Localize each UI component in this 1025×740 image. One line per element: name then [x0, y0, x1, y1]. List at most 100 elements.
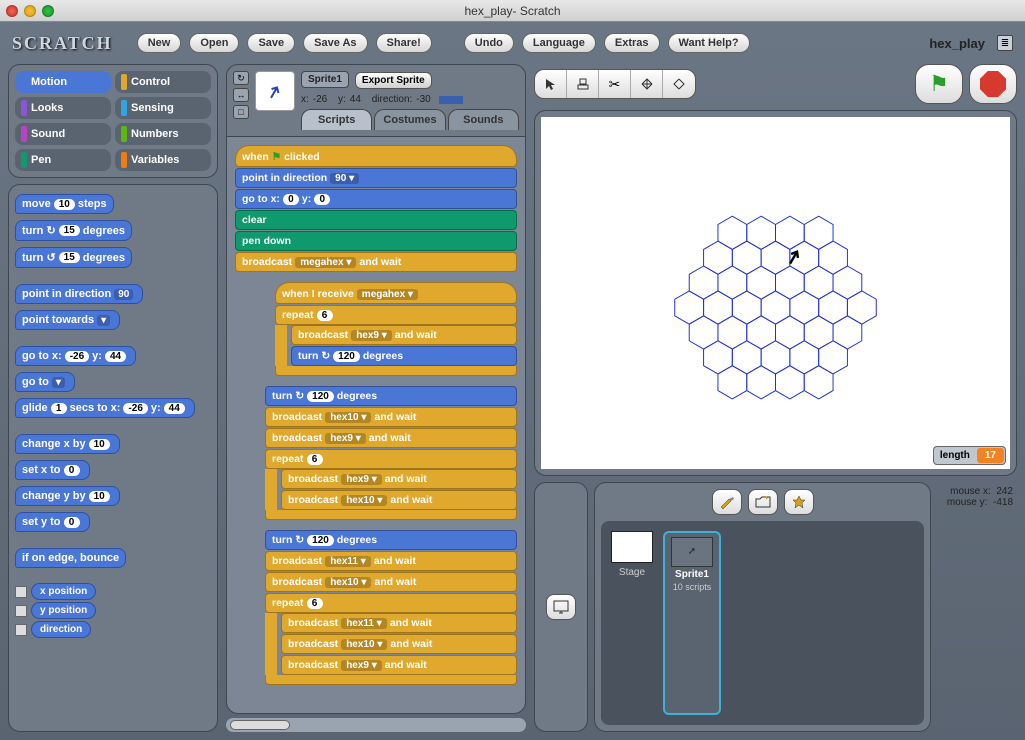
pointer-tool[interactable] — [535, 70, 567, 98]
sprite-header: ↻ ↔ □ Sprite1 Export Sprite x:-26 y:44 — [226, 64, 526, 137]
broadcast-block[interactable]: broadcasthex10 ▾and wait — [265, 407, 517, 427]
goto-block[interactable]: go to▾ — [15, 372, 75, 392]
when-receive-block[interactable]: when I receivemegahex ▾ — [275, 282, 517, 304]
broadcast-block[interactable]: broadcasthex10 ▾and wait — [281, 634, 517, 654]
stage[interactable]: length 17 — [541, 117, 1010, 469]
sprite-list: Stage ➚ Sprite1 10 scripts — [601, 521, 924, 725]
script-stack-3[interactable]: turn ↻120degrees broadcasthex10 ▾and wai… — [265, 386, 517, 520]
help-button[interactable]: Want Help? — [668, 33, 750, 53]
category-looks[interactable]: Looks — [15, 97, 111, 119]
scripts-pane[interactable]: when ⚑ clicked point in direction90 ▾ go… — [226, 137, 526, 714]
xpos-reporter[interactable]: x position — [31, 583, 96, 600]
rotate-none-button[interactable]: □ — [233, 105, 249, 119]
direction-indicator — [439, 96, 463, 104]
broadcast-block[interactable]: broadcasthex9 ▾and wait — [281, 655, 517, 675]
turn-block[interactable]: turn ↻120degrees — [265, 530, 517, 550]
repeat-block[interactable]: repeat6 — [265, 449, 517, 469]
project-name: hex_play — [929, 36, 985, 51]
xpos-checkbox[interactable] — [15, 586, 27, 598]
stage-toolbar: ✂ ⚑ — [534, 64, 1017, 104]
random-sprite-button[interactable] — [784, 489, 814, 515]
export-sprite-button[interactable]: Export Sprite — [355, 72, 432, 89]
language-button[interactable]: Language — [522, 33, 596, 53]
tab-costumes[interactable]: Costumes — [374, 109, 445, 130]
choose-sprite-file-button[interactable] — [748, 489, 778, 515]
broadcast-block[interactable]: broadcasthex10 ▾and wait — [265, 572, 517, 592]
paint-new-sprite-button[interactable] — [712, 489, 742, 515]
broadcast-block[interactable]: broadcasthex9 ▾and wait — [291, 325, 517, 345]
save-as-button[interactable]: Save As — [303, 33, 367, 53]
category-control[interactable]: Control — [115, 71, 211, 93]
turn-block[interactable]: turn ↻120degrees — [291, 346, 517, 366]
presentation-mode-button[interactable] — [546, 594, 576, 620]
goto-xy-block[interactable]: go to x:-26y:44 — [15, 346, 136, 366]
sprite-list-item[interactable]: ➚ Sprite1 10 scripts — [663, 531, 721, 715]
point-direction-block[interactable]: point in direction90 — [15, 284, 143, 304]
tab-sounds[interactable]: Sounds — [448, 109, 519, 130]
scripts-scrollbar[interactable] — [226, 718, 526, 732]
green-flag-button[interactable]: ⚑ — [915, 64, 963, 104]
pen-down-block[interactable]: pen down — [235, 231, 517, 251]
goto-xy-block[interactable]: go to x:0y:0 — [235, 189, 517, 209]
rotate-free-button[interactable]: ↻ — [233, 71, 249, 85]
project-notes-button[interactable]: ≣ — [997, 35, 1013, 51]
category-numbers[interactable]: Numbers — [115, 123, 211, 145]
stage-thumbnail[interactable]: Stage — [611, 531, 653, 715]
save-button[interactable]: Save — [247, 33, 295, 53]
broadcast-block[interactable]: broadcasthex11 ▾and wait — [265, 551, 517, 571]
clear-block[interactable]: clear — [235, 210, 517, 230]
when-flag-clicked-block[interactable]: when ⚑ clicked — [235, 145, 517, 167]
turn-ccw-block[interactable]: turn ↺15degrees — [15, 247, 132, 268]
change-y-block[interactable]: change y by10 — [15, 486, 120, 506]
category-sensing[interactable]: Sensing — [115, 97, 211, 119]
ypos-reporter[interactable]: y position — [31, 602, 96, 619]
top-toolbar: SCRATCH New Open Save Save As Share! Und… — [0, 22, 1025, 64]
extras-button[interactable]: Extras — [604, 33, 660, 53]
set-y-block[interactable]: set y to0 — [15, 512, 90, 532]
stage-canvas — [541, 117, 1010, 469]
if-edge-bounce-block[interactable]: if on edge, bounce — [15, 548, 126, 568]
point-towards-block[interactable]: point towards▾ — [15, 310, 120, 330]
category-sound[interactable]: Sound — [15, 123, 111, 145]
new-button[interactable]: New — [137, 33, 182, 53]
script-stack-2[interactable]: when I receivemegahex ▾ repeat6 broadcas… — [275, 282, 517, 376]
script-stack-1[interactable]: when ⚑ clicked point in direction90 ▾ go… — [235, 145, 517, 272]
tab-scripts[interactable]: Scripts — [301, 109, 372, 130]
repeat-block[interactable]: repeat6 — [265, 593, 517, 613]
undo-button[interactable]: Undo — [464, 33, 514, 53]
direction-reporter[interactable]: direction — [31, 621, 91, 638]
open-button[interactable]: Open — [189, 33, 239, 53]
broadcast-block[interactable]: broadcasthex9 ▾and wait — [281, 469, 517, 489]
turn-cw-block[interactable]: turn ↻15degrees — [15, 220, 132, 241]
stop-button[interactable] — [969, 64, 1017, 104]
dir-checkbox[interactable] — [15, 624, 27, 636]
broadcast-block[interactable]: broadcasthex11 ▾and wait — [281, 613, 517, 633]
window-titlebar: hex_play- Scratch — [0, 0, 1025, 22]
shrink-tool[interactable] — [663, 70, 695, 98]
script-stack-4[interactable]: turn ↻120degrees broadcasthex11 ▾and wai… — [265, 530, 517, 685]
point-direction-block[interactable]: point in direction90 ▾ — [235, 168, 517, 188]
category-motion[interactable]: Motion — [15, 71, 111, 93]
broadcast-block[interactable]: broadcasthex9 ▾and wait — [265, 428, 517, 448]
grow-tool[interactable] — [631, 70, 663, 98]
move-steps-block[interactable]: move10steps — [15, 194, 114, 214]
stamp-tool[interactable] — [567, 70, 599, 98]
variable-watcher[interactable]: length 17 — [933, 446, 1006, 465]
glide-block[interactable]: glide1secs to x:-26y:44 — [15, 398, 195, 418]
set-x-block[interactable]: set x to0 — [15, 460, 90, 480]
sprite-name-field[interactable]: Sprite1 — [301, 71, 349, 88]
rotate-lr-button[interactable]: ↔ — [233, 88, 249, 102]
ypos-checkbox[interactable] — [15, 605, 27, 617]
category-variables[interactable]: Variables — [115, 149, 211, 171]
repeat-block[interactable]: repeat6 — [275, 305, 517, 325]
stage-panel: length 17 — [534, 110, 1017, 476]
change-x-block[interactable]: change x by10 — [15, 434, 120, 454]
category-pen[interactable]: Pen — [15, 149, 111, 171]
share-button[interactable]: Share! — [376, 33, 432, 53]
scissors-tool[interactable]: ✂ — [599, 70, 631, 98]
turn-block[interactable]: turn ↻120degrees — [265, 386, 517, 406]
variable-value: 17 — [977, 448, 1004, 463]
broadcast-block[interactable]: broadcasthex10 ▾and wait — [281, 490, 517, 510]
mouse-coords: mouse x: 242 mouse y: -418 — [937, 482, 1017, 512]
broadcast-block[interactable]: broadcastmegahex ▾and wait — [235, 252, 517, 272]
